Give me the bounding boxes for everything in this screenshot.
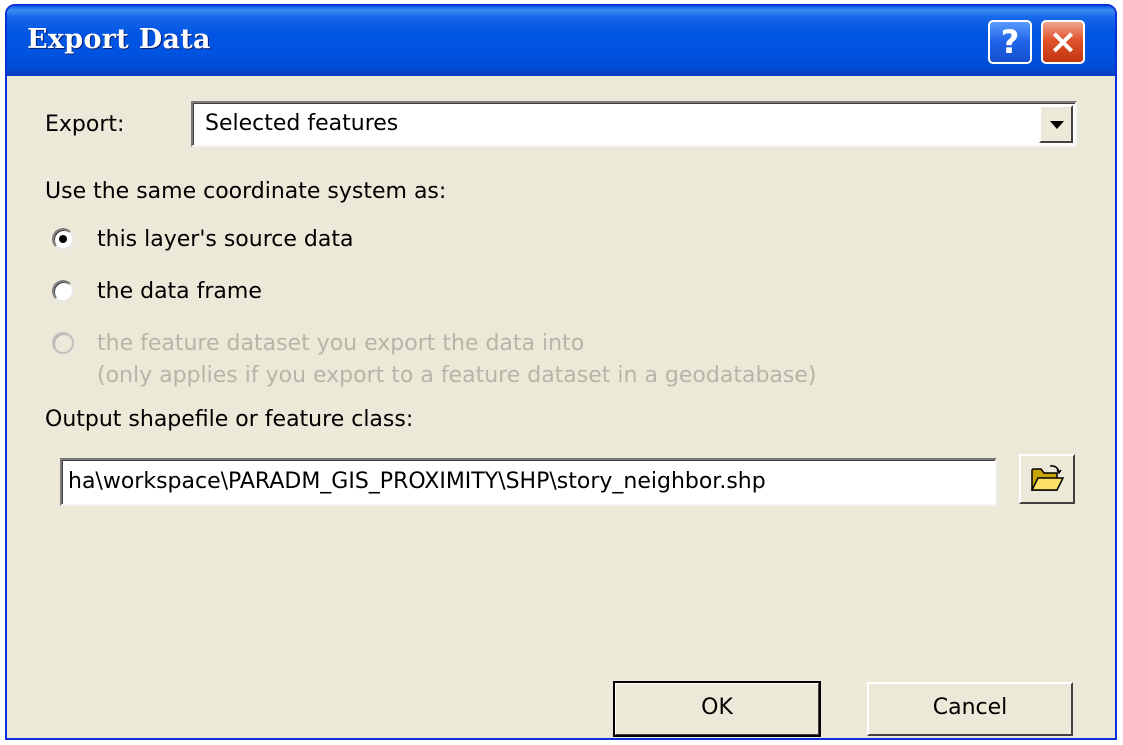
export-data-dialog: Export Data ? × Export: Selected feature… bbox=[5, 4, 1117, 740]
output-label: Output shapefile or feature class: bbox=[45, 407, 414, 432]
export-dropdown-button[interactable] bbox=[1039, 105, 1073, 143]
radio-feature-dataset bbox=[52, 332, 74, 354]
ok-button[interactable]: OK bbox=[613, 681, 821, 737]
browse-button[interactable] bbox=[1019, 454, 1075, 504]
export-dropdown[interactable]: Selected features bbox=[191, 101, 1077, 147]
export-dropdown-value: Selected features bbox=[205, 111, 399, 136]
chevron-down-icon bbox=[1050, 121, 1064, 129]
window-title: Export Data bbox=[27, 24, 211, 55]
help-button[interactable]: ? bbox=[988, 20, 1032, 64]
folder-open-icon bbox=[1030, 465, 1064, 491]
cancel-button[interactable]: Cancel bbox=[867, 682, 1073, 736]
option-data-frame-label[interactable]: the data frame bbox=[97, 279, 262, 304]
export-label: Export: bbox=[45, 112, 125, 137]
title-bar[interactable]: Export Data ? × bbox=[7, 6, 1115, 76]
radio-data-frame[interactable] bbox=[52, 280, 74, 302]
coordinate-system-heading: Use the same coordinate system as: bbox=[45, 179, 447, 204]
radio-layer-source-data[interactable] bbox=[52, 228, 74, 250]
option-feature-dataset-label: the feature dataset you export the data … bbox=[97, 331, 585, 356]
output-path-input[interactable]: ha\workspace\PARADM_GIS_PROXIMITY\SHP\st… bbox=[60, 458, 997, 506]
option-layer-source-data-label[interactable]: this layer's source data bbox=[97, 227, 353, 252]
close-button[interactable]: × bbox=[1041, 20, 1085, 64]
radio-selected-dot bbox=[59, 235, 67, 243]
option-feature-dataset-note: (only applies if you export to a feature… bbox=[97, 363, 817, 388]
